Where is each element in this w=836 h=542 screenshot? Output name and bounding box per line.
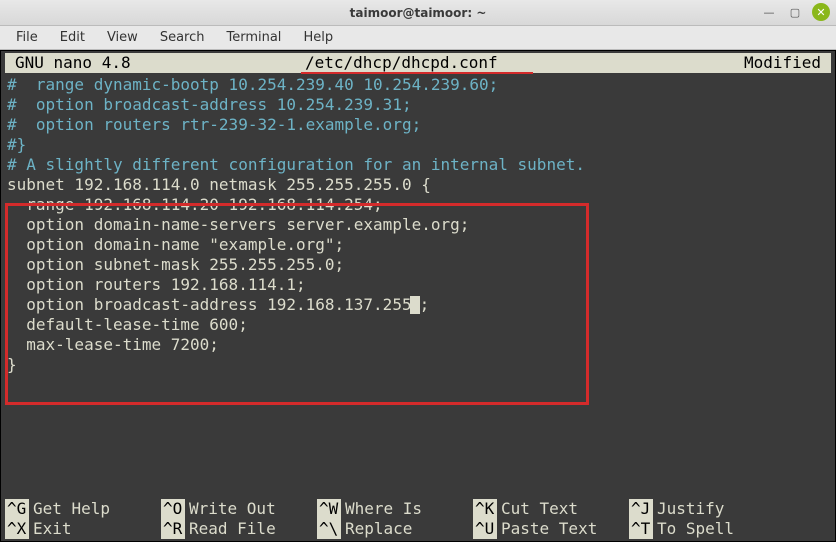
shortcut-get-help[interactable]: ^GGet Help xyxy=(5,499,161,519)
shortcut-to-spell[interactable]: ^TTo Spell xyxy=(629,519,785,539)
shortcut-read-file[interactable]: ^RRead File xyxy=(161,519,317,539)
window-controls: — ▢ ✕ xyxy=(760,3,830,21)
file-line: option broadcast-address 192.168.137.255… xyxy=(7,295,829,315)
terminal-area[interactable]: GNU nano 4.8 /etc/dhcp/dhcpd.conf Modifi… xyxy=(0,50,836,542)
menu-terminal[interactable]: Terminal xyxy=(216,28,291,47)
shortcut-label: Replace xyxy=(341,519,412,539)
shortcut-where-is[interactable]: ^WWhere Is xyxy=(317,499,473,519)
shortcut-key: ^U xyxy=(473,519,497,539)
shortcut-paste-text[interactable]: ^UPaste Text xyxy=(473,519,629,539)
close-button[interactable]: ✕ xyxy=(812,3,830,21)
shortcut-key: ^G xyxy=(5,499,29,519)
shortcut-replace[interactable]: ^\Replace xyxy=(317,519,473,539)
line-text: ; xyxy=(420,295,430,314)
text-cursor xyxy=(410,296,420,314)
shortcut-exit[interactable]: ^XExit xyxy=(5,519,161,539)
shortcut-label: Get Help xyxy=(29,499,110,519)
annotation-underline xyxy=(301,72,533,74)
menu-edit[interactable]: Edit xyxy=(50,28,95,47)
file-line: option routers 192.168.114.1; xyxy=(7,275,829,295)
file-line: # option broadcast-address 10.254.239.31… xyxy=(7,95,829,115)
shortcut-label: Where Is xyxy=(341,499,422,519)
shortcut-write-out[interactable]: ^OWrite Out xyxy=(161,499,317,519)
nano-shortcuts: ^GGet Help ^OWrite Out ^WWhere Is ^KCut … xyxy=(5,499,831,539)
shortcut-label: Write Out xyxy=(185,499,276,519)
shortcut-key: ^X xyxy=(5,519,29,539)
shortcut-label: Read File xyxy=(185,519,276,539)
shortcut-row: ^GGet Help ^OWrite Out ^WWhere Is ^KCut … xyxy=(5,499,831,519)
file-line: # option routers rtr-239-32-1.example.or… xyxy=(7,115,829,135)
nano-filepath: /etc/dhcp/dhcpd.conf xyxy=(305,53,498,72)
shortcut-key: ^O xyxy=(161,499,185,519)
shortcut-key: ^J xyxy=(629,499,653,519)
menu-search[interactable]: Search xyxy=(150,28,215,47)
maximize-button[interactable]: ▢ xyxy=(786,3,804,21)
menu-file[interactable]: File xyxy=(6,28,48,47)
shortcut-key: ^W xyxy=(317,499,341,519)
shortcut-justify[interactable]: ^JJustify xyxy=(629,499,785,519)
shortcut-key: ^K xyxy=(473,499,497,519)
shortcut-label: Exit xyxy=(29,519,72,539)
shortcut-cut-text[interactable]: ^KCut Text xyxy=(473,499,629,519)
shortcut-key: ^\ xyxy=(317,519,341,539)
file-line: range 192.168.114.20 192.168.114.254; xyxy=(7,195,829,215)
file-line: #} xyxy=(7,135,829,155)
file-line: max-lease-time 7200; xyxy=(7,335,829,355)
line-text: option broadcast-address 192.168.137.255 xyxy=(7,295,412,314)
file-line: # range dynamic-bootp 10.254.239.40 10.2… xyxy=(7,75,829,95)
shortcut-key: ^R xyxy=(161,519,185,539)
window-title: taimoor@taimoor: ~ xyxy=(350,6,487,20)
file-line: option subnet-mask 255.255.255.0; xyxy=(7,255,829,275)
file-line: default-lease-time 600; xyxy=(7,315,829,335)
shortcut-key: ^T xyxy=(629,519,653,539)
editor-body: # range dynamic-bootp 10.254.239.40 10.2… xyxy=(1,75,835,375)
shortcut-label: To Spell xyxy=(653,519,734,539)
nano-header: GNU nano 4.8 /etc/dhcp/dhcpd.conf Modifi… xyxy=(5,53,831,73)
file-line: subnet 192.168.114.0 netmask 255.255.255… xyxy=(7,175,829,195)
menu-view[interactable]: View xyxy=(97,28,148,47)
menu-help[interactable]: Help xyxy=(293,28,343,47)
shortcut-label: Paste Text xyxy=(497,519,597,539)
nano-app-name: GNU nano 4.8 xyxy=(5,53,305,73)
file-line: option domain-name-servers server.exampl… xyxy=(7,215,829,235)
shortcut-label: Cut Text xyxy=(497,499,578,519)
file-line: } xyxy=(7,355,829,375)
nano-status: Modified xyxy=(711,53,831,73)
window-titlebar: taimoor@taimoor: ~ — ▢ ✕ xyxy=(0,0,836,26)
shortcut-label: Justify xyxy=(653,499,724,519)
file-line: # A slightly different configuration for… xyxy=(7,155,829,175)
file-line: option domain-name "example.org"; xyxy=(7,235,829,255)
shortcut-row: ^XExit ^RRead File ^\Replace ^UPaste Tex… xyxy=(5,519,831,539)
minimize-button[interactable]: — xyxy=(760,3,778,21)
menu-bar: File Edit View Search Terminal Help xyxy=(0,26,836,50)
